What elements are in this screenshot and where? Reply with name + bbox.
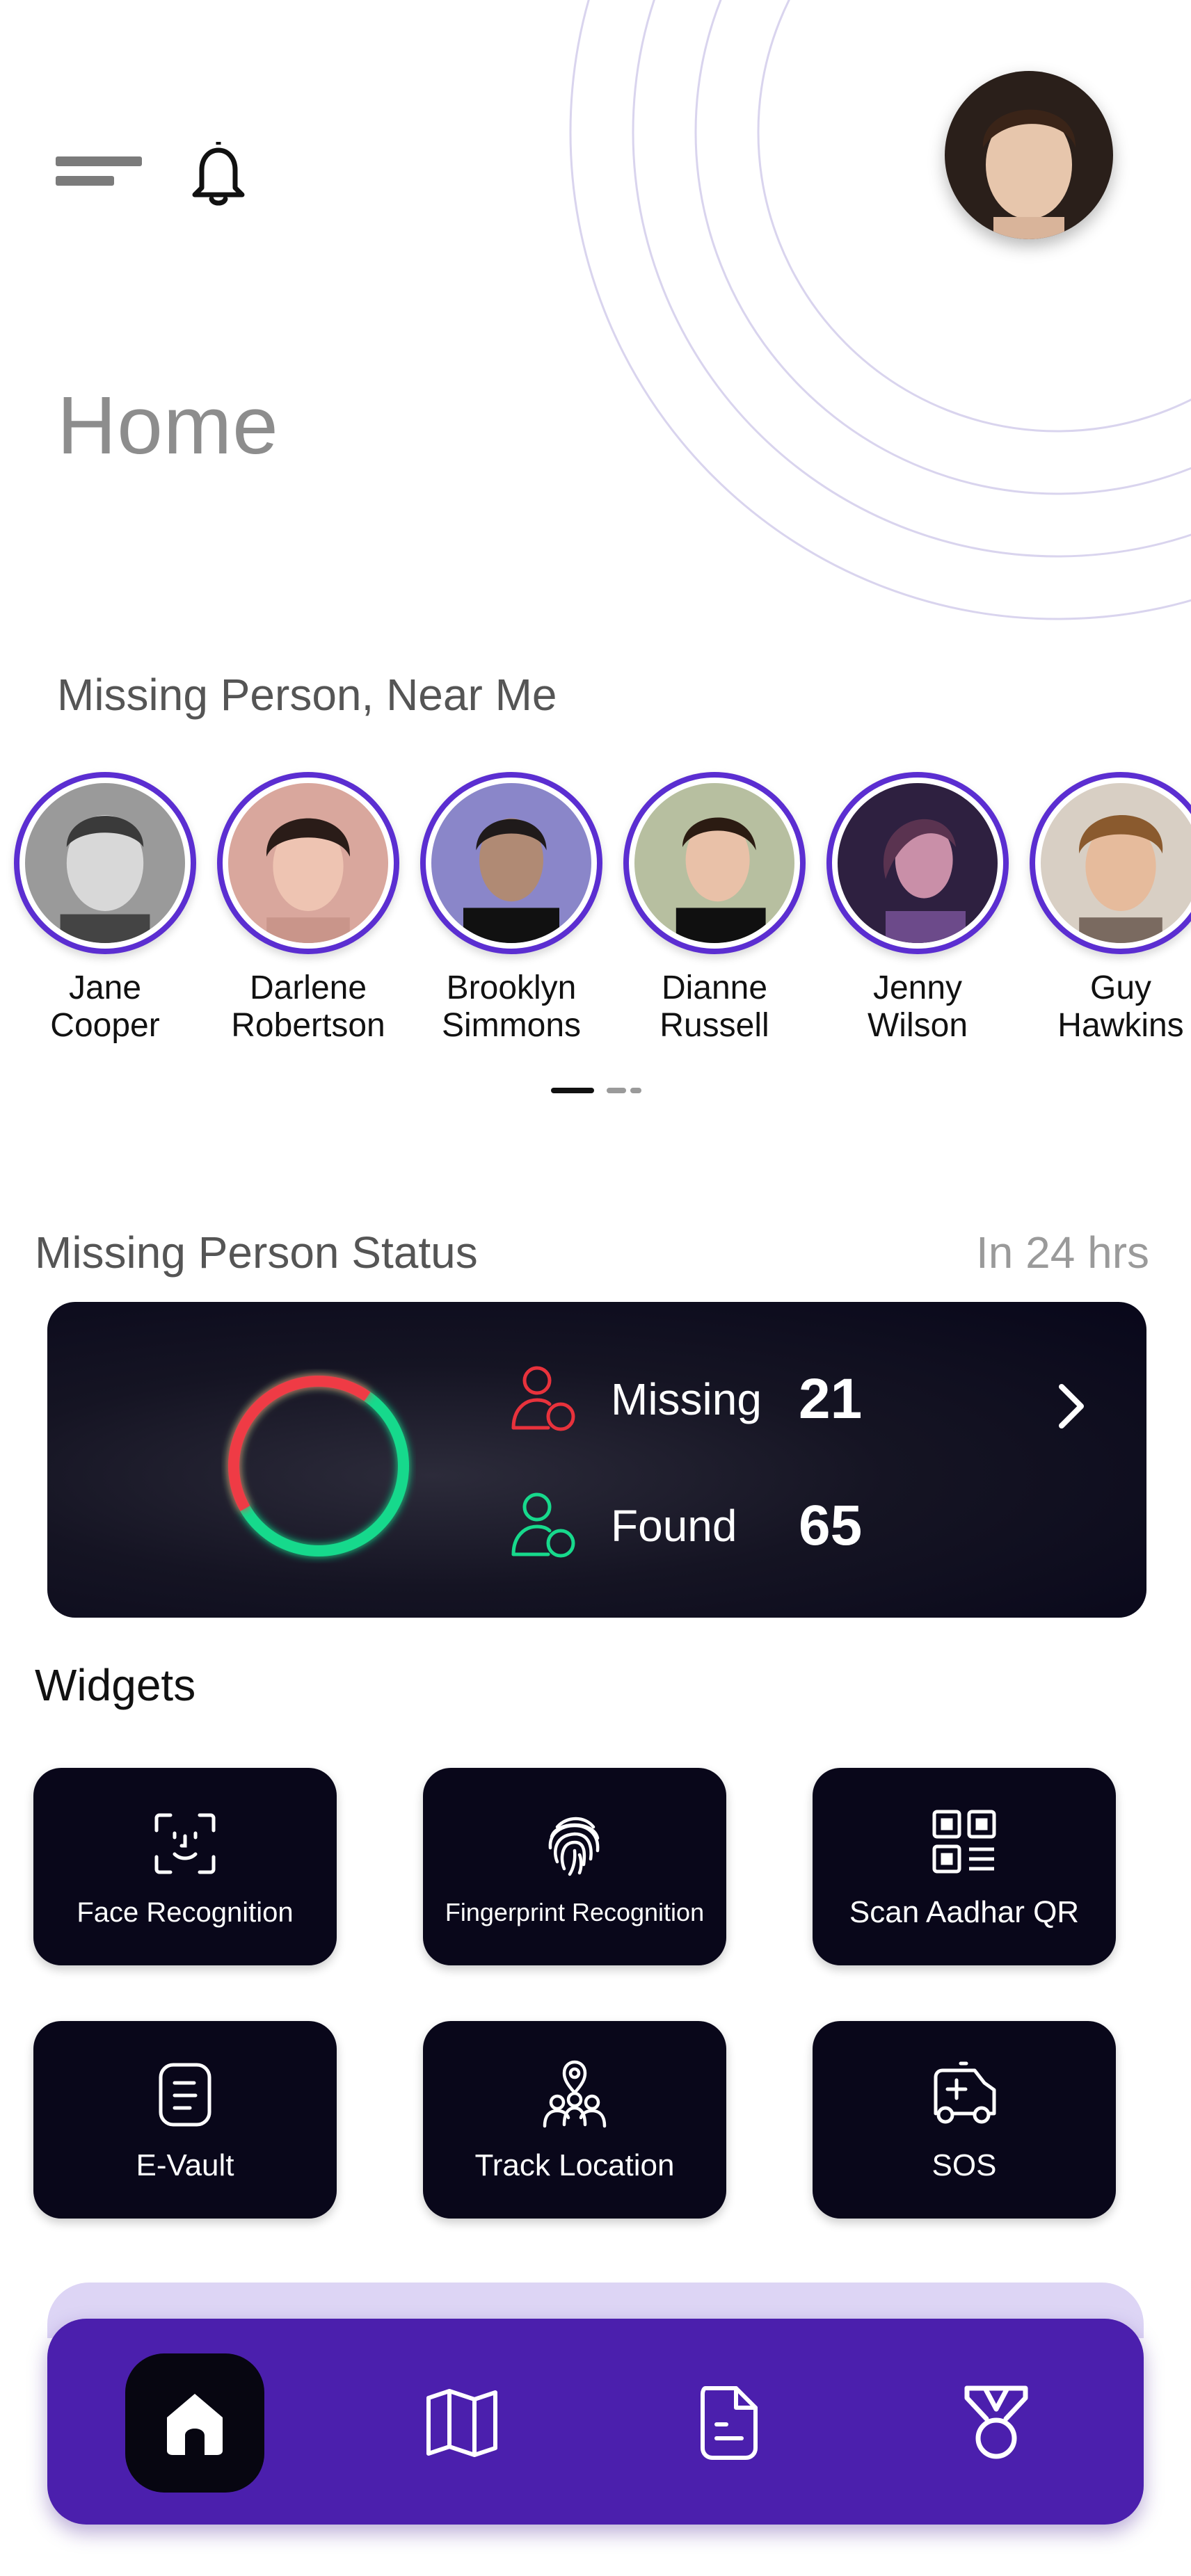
person-last-name: Russell	[660, 1007, 769, 1044]
decorative-arcs	[569, 0, 1191, 620]
person-photo	[1041, 783, 1191, 943]
person-first-name: Brooklyn	[446, 969, 577, 1006]
status-card[interactable]: Missing 21 Found 65	[47, 1302, 1146, 1618]
widget-label: Fingerprint Recognition	[445, 1898, 705, 1926]
map-icon	[426, 2389, 497, 2457]
menu-icon[interactable]	[56, 155, 142, 187]
face-scan-icon	[154, 1813, 216, 1874]
found-person-icon	[511, 1492, 575, 1558]
nav-home[interactable]	[125, 2353, 264, 2493]
widget-label: E-Vault	[136, 2148, 234, 2182]
widget-sos[interactable]: SOS	[813, 2021, 1116, 2219]
person-first-name: Jenny	[872, 969, 963, 1006]
document-icon	[159, 2063, 211, 2127]
person-last-name: Simmons	[441, 1007, 582, 1044]
widget-e-vault[interactable]: E-Vault	[33, 2021, 337, 2219]
profile-avatar[interactable]	[945, 71, 1113, 239]
person-first-name: Darlene	[249, 969, 367, 1006]
missing-person-card[interactable]: Jenny Wilson	[826, 772, 1009, 1045]
missing-people-carousel[interactable]: Jane Cooper Darlene Robertson Brooklyn Simm…	[14, 772, 1191, 1050]
person-photo	[838, 783, 998, 943]
widget-label: Face Recognition	[77, 1897, 294, 1928]
status-missing-row[interactable]: Missing 21	[506, 1358, 862, 1441]
pager-dot[interactable]	[630, 1088, 641, 1093]
person-last-name: Cooper	[50, 1007, 160, 1044]
qr-code-icon	[932, 1810, 996, 1874]
nav-documents[interactable]	[660, 2353, 799, 2493]
home-icon	[167, 2394, 223, 2455]
missing-count: 21	[799, 1367, 863, 1431]
widget-label: Track Location	[474, 2148, 675, 2182]
location-people-icon	[543, 2060, 607, 2128]
section-title-missing-near: Missing Person, Near Me	[57, 670, 557, 720]
file-icon	[701, 2386, 758, 2460]
widget-label: Scan Aadhar QR	[849, 1895, 1080, 1929]
nav-map[interactable]	[392, 2353, 531, 2493]
widget-face-recognition[interactable]: Face Recognition	[33, 1768, 337, 1965]
widget-fingerprint-recognition[interactable]: Fingerprint Recognition	[423, 1768, 726, 1965]
person-photo	[431, 783, 591, 943]
status-donut-chart	[228, 1376, 409, 1556]
bottom-navigation	[47, 2319, 1144, 2525]
person-first-name: Jane	[68, 969, 142, 1006]
status-timeframe[interactable]: In 24 hrs	[976, 1227, 1149, 1278]
missing-person-card[interactable]: Darlene Robertson	[217, 772, 399, 1045]
section-title-status: Missing Person Status	[35, 1227, 478, 1278]
person-last-name: Hawkins	[1057, 1007, 1184, 1044]
nav-awards[interactable]	[927, 2353, 1066, 2493]
person-last-name: Robertson	[231, 1007, 385, 1044]
pager-dot-active[interactable]	[551, 1088, 594, 1093]
section-title-widgets: Widgets	[35, 1660, 196, 1710]
found-label: Found	[611, 1501, 737, 1551]
missing-person-card[interactable]: Jane Cooper	[14, 772, 196, 1045]
chevron-right-icon[interactable]	[1050, 1378, 1092, 1434]
person-photo	[634, 783, 794, 943]
person-photo	[228, 783, 388, 943]
person-photo	[25, 783, 185, 943]
medal-icon	[964, 2385, 1028, 2459]
page-title: Home	[57, 380, 279, 472]
widget-track-location[interactable]: Track Location	[423, 2021, 726, 2219]
ambulance-icon	[934, 2061, 996, 2124]
status-found-row[interactable]: Found 65	[506, 1484, 862, 1568]
found-count: 65	[799, 1494, 863, 1557]
missing-label: Missing	[611, 1374, 762, 1424]
fingerprint-icon	[548, 1817, 600, 1876]
widget-label: SOS	[932, 2148, 997, 2182]
missing-person-card[interactable]: Dianne Russell	[623, 772, 806, 1045]
person-last-name: Wilson	[867, 1007, 968, 1044]
widget-scan-aadhar-qr[interactable]: Scan Aadhar QR	[813, 1768, 1116, 1965]
missing-person-card[interactable]: Guy Hawkins	[1030, 772, 1191, 1045]
pager-dot[interactable]	[607, 1088, 626, 1093]
person-first-name: Guy	[1089, 969, 1152, 1006]
person-first-name: Dianne	[661, 969, 768, 1006]
missing-person-icon	[511, 1366, 575, 1431]
missing-person-card[interactable]: Brooklyn Simmons	[420, 772, 602, 1045]
bell-icon[interactable]	[186, 139, 250, 209]
